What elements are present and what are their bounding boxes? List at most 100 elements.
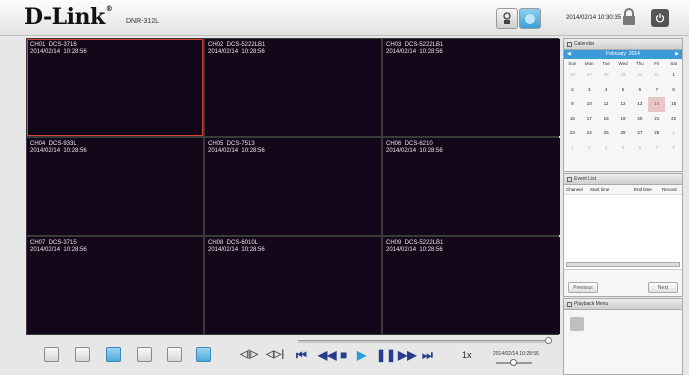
previous-button[interactable]: Previous: [568, 282, 598, 293]
calendar-grid: 26 27 28 29 30 31 1 2 3 4 5 6 7 8 9 10 11 12 13 14 15 16 17 18 1…: [564, 68, 682, 155]
calendar-day[interactable]: 23: [564, 126, 581, 141]
layout-full-button[interactable]: [196, 347, 211, 362]
logout-button[interactable]: [651, 9, 669, 27]
layout-quad-button[interactable]: [75, 347, 90, 362]
calendar-weekdays: Sun Mon Tue Wed Thu Fri Sat: [568, 61, 677, 66]
calendar-day[interactable]: 28: [648, 126, 665, 141]
event-list-scrollbar[interactable]: [566, 262, 680, 267]
calendar-day[interactable]: 5: [615, 83, 632, 98]
camera-label: CH04 DCS-933L 2014/02/14 10:28:56: [30, 141, 87, 154]
panel-collapse-icon[interactable]: [567, 302, 572, 307]
calendar-day[interactable]: 9: [564, 97, 581, 112]
calendar-day[interactable]: 29: [615, 68, 632, 83]
event-list-panel: Event List Channel Start time End time R…: [563, 173, 683, 297]
calendar-day[interactable]: 7: [648, 141, 665, 156]
event-list-body[interactable]: [564, 195, 682, 270]
calendar-day[interactable]: 26: [564, 68, 581, 83]
camera-cell-ch03[interactable]: CH03 DCS-5222LB1 2014/02/14 10:28:56: [383, 39, 560, 136]
calendar-day[interactable]: 6: [631, 141, 648, 156]
skip-end-icon[interactable]: ⏭: [422, 348, 433, 362]
playback-toolbar: ◁|▷ ◁▷| ⏮ ◀◀ ■ ▶ ❚❚ ▶▶ ⏭ 1x 2014/02/14 1…: [26, 337, 559, 375]
camera-cell-ch05[interactable]: CH05 DCS-7513 2014/02/14 10:28:56: [205, 138, 381, 235]
system-datetime: 2014/02/14 10:30:35: [566, 15, 622, 21]
live-view-button[interactable]: [496, 8, 518, 29]
calendar-day[interactable]: 21: [648, 112, 665, 127]
next-button[interactable]: Next: [648, 282, 678, 293]
calendar-day[interactable]: 2: [564, 83, 581, 98]
stop-icon[interactable]: ■: [340, 348, 347, 362]
calendar-day[interactable]: 27: [581, 68, 598, 83]
calendar-day[interactable]: 5: [615, 141, 632, 156]
live-view-icon: [503, 12, 511, 24]
event-list-columns: Channel Start time End time Record: [564, 185, 682, 195]
camera-cell-ch01[interactable]: CH01 DCS-3716 2014/02/14 10:28:56: [27, 39, 203, 136]
calendar-day[interactable]: 17: [581, 112, 598, 127]
camera-label: CH05 DCS-7513 2014/02/14 10:28:56: [208, 141, 265, 154]
panel-collapse-icon[interactable]: [567, 177, 572, 182]
calendar-day[interactable]: 10: [581, 97, 598, 112]
frame-forward-icon[interactable]: ◁▷|: [266, 348, 284, 362]
calendar-day[interactable]: 27: [631, 126, 648, 141]
calendar-day[interactable]: 8: [665, 83, 682, 98]
calendar-day[interactable]: 26: [615, 126, 632, 141]
calendar-day[interactable]: 19: [615, 112, 632, 127]
calendar-day[interactable]: 28: [598, 68, 615, 83]
camera-label: CH03 DCS-5222LB1 2014/02/14 10:28:56: [386, 42, 444, 55]
layout-nine-button[interactable]: [106, 347, 121, 362]
calendar-day[interactable]: 2: [564, 141, 581, 156]
calendar-day[interactable]: 30: [631, 68, 648, 83]
calendar-day[interactable]: 1: [665, 126, 682, 141]
calendar-day[interactable]: 12: [615, 97, 632, 112]
calendar-day[interactable]: 22: [665, 112, 682, 127]
playback-menu-title: Playback Menu: [564, 299, 682, 310]
camera-cell-ch04[interactable]: CH04 DCS-933L 2014/02/14 10:28:56: [27, 138, 203, 235]
frame-back-icon[interactable]: ◁|▷: [240, 348, 258, 362]
calendar-day[interactable]: 20: [631, 112, 648, 127]
calendar-day[interactable]: 8: [665, 141, 682, 156]
skip-start-icon[interactable]: ⏮: [296, 348, 307, 362]
camera-cell-ch08[interactable]: CH08 DCS-6010L 2014/02/14 10:28:56: [205, 237, 381, 334]
calendar-day[interactable]: 31: [648, 68, 665, 83]
rewind-icon[interactable]: ◀◀: [318, 348, 336, 362]
calendar-day[interactable]: 16: [564, 112, 581, 127]
calendar-day[interactable]: 25: [598, 126, 615, 141]
calendar-day[interactable]: 1: [665, 68, 682, 83]
prev-month-icon[interactable]: ◀: [567, 50, 571, 59]
camera-cell-ch09[interactable]: CH09 DCS-5222LB1 2014/02/14 10:28:56: [383, 237, 560, 334]
pause-icon[interactable]: ❚❚: [376, 348, 396, 362]
speed-slider-knob[interactable]: [510, 359, 517, 366]
user-icon[interactable]: [621, 8, 637, 26]
calendar-day[interactable]: 3: [581, 83, 598, 98]
calendar-day[interactable]: 15: [665, 97, 682, 112]
calendar-day[interactable]: 13: [631, 97, 648, 112]
playback-mode-button[interactable]: [519, 8, 541, 29]
calendar-month-header: ◀ February 2014 ▶: [564, 50, 682, 59]
play-icon[interactable]: ▶: [357, 348, 366, 362]
camera-cell-ch07[interactable]: CH07 DCS-3715 2014/02/14 10:28:56: [27, 237, 203, 334]
panel-collapse-icon[interactable]: [567, 42, 572, 47]
event-list-title: Event List: [564, 174, 682, 185]
fast-forward-icon[interactable]: ▶▶: [398, 348, 416, 362]
next-month-icon[interactable]: ▶: [675, 50, 679, 59]
layout-single-button[interactable]: [44, 347, 59, 362]
calendar-day[interactable]: 4: [598, 141, 615, 156]
layout-mixed1-button[interactable]: [137, 347, 152, 362]
calendar-day[interactable]: 4: [598, 83, 615, 98]
calendar-day[interactable]: 18: [598, 112, 615, 127]
playback-menu-icon[interactable]: [570, 317, 584, 331]
playback-progress-bar[interactable]: [298, 337, 552, 344]
speed-slider[interactable]: [496, 359, 532, 366]
top-header: D-Link® DNR-312L 2014/02/14 10:30:35: [0, 0, 689, 36]
progress-knob[interactable]: [545, 337, 552, 344]
camera-label: CH09 DCS-5222LB1 2014/02/14 10:28:56: [386, 240, 444, 253]
calendar-day[interactable]: 24: [581, 126, 598, 141]
calendar-day[interactable]: 3: [581, 141, 598, 156]
camera-cell-ch06[interactable]: CH06 DCS-6210 2014/02/14 10:28:56: [383, 138, 560, 235]
layout-mixed2-button[interactable]: [167, 347, 182, 362]
calendar-day[interactable]: 14: [648, 97, 666, 112]
camera-label: CH02 DCS-5222LB1 2014/02/14 10:28:56: [208, 42, 266, 55]
calendar-day[interactable]: 11: [598, 97, 615, 112]
calendar-day[interactable]: 6: [631, 83, 648, 98]
calendar-day[interactable]: 7: [648, 83, 665, 98]
camera-cell-ch02[interactable]: CH02 DCS-5222LB1 2014/02/14 10:28:56: [205, 39, 381, 136]
